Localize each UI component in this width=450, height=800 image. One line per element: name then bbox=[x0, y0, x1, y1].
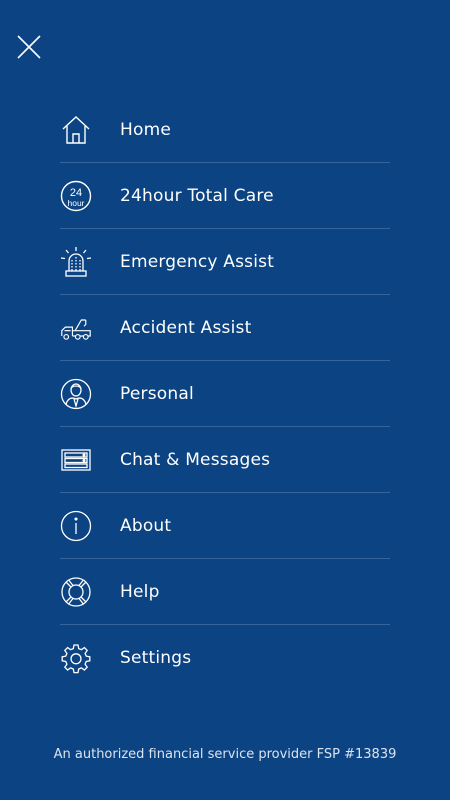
menu-label-accident-assist: Accident Assist bbox=[120, 317, 252, 338]
home-icon bbox=[60, 114, 92, 146]
24-hour-icon-unit: hour bbox=[67, 198, 84, 208]
close-icon bbox=[17, 35, 41, 59]
info-icon bbox=[60, 510, 92, 542]
menu-label-chat-messages: Chat & Messages bbox=[120, 449, 271, 470]
gear-icon bbox=[60, 642, 92, 674]
menu-item-settings[interactable]: Settings bbox=[60, 625, 390, 691]
lifebuoy-icon bbox=[60, 576, 92, 608]
menu-label-emergency-assist: Emergency Assist bbox=[120, 251, 275, 272]
menu-item-emergency-assist[interactable]: Emergency Assist bbox=[60, 229, 390, 295]
navigation-menu: Home 24 hour 24hour Total Care Emergency… bbox=[60, 97, 390, 691]
menu-item-help[interactable]: Help bbox=[60, 559, 390, 625]
menu-label-personal: Personal bbox=[120, 383, 194, 404]
menu-item-chat-messages[interactable]: Chat & Messages bbox=[60, 427, 390, 493]
person-icon bbox=[60, 378, 92, 410]
menu-label-home: Home bbox=[120, 119, 172, 140]
menu-item-accident-assist[interactable]: Accident Assist bbox=[60, 295, 390, 361]
menu-item-home[interactable]: Home bbox=[60, 97, 390, 163]
footer-disclaimer: An authorized financial service provider… bbox=[53, 747, 397, 762]
menu-label-help: Help bbox=[120, 581, 160, 602]
emergency-siren-icon bbox=[60, 246, 92, 278]
menu-label-settings: Settings bbox=[120, 648, 192, 668]
tow-truck-icon bbox=[60, 312, 92, 344]
24-hour-icon: 24 hour bbox=[60, 180, 92, 212]
close-button[interactable] bbox=[14, 32, 44, 62]
menu-label-about: About bbox=[120, 515, 172, 536]
menu-item-personal[interactable]: Personal bbox=[60, 361, 390, 427]
menu-item-24hour-total-care[interactable]: 24 hour 24hour Total Care bbox=[60, 163, 390, 229]
menu-label-24hour-total-care: 24hour Total Care bbox=[120, 185, 274, 206]
menu-item-about[interactable]: About bbox=[60, 493, 390, 559]
chat-messages-icon bbox=[60, 444, 92, 476]
